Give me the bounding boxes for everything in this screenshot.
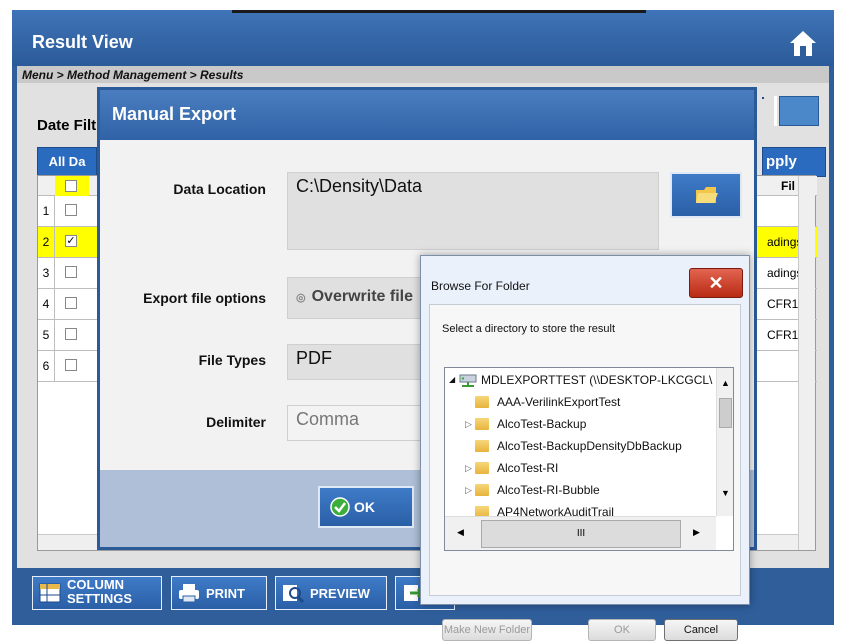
row-checkbox[interactable]: [65, 297, 77, 309]
data-location-label: Data Location: [173, 181, 266, 197]
file-types-label: File Types: [198, 352, 266, 368]
scroll-thumb[interactable]: III: [481, 520, 681, 548]
expand-arrow-icon[interactable]: ▷: [465, 463, 472, 474]
browse-ok-button[interactable]: OK: [588, 619, 656, 641]
close-icon: ✕: [708, 273, 724, 293]
apply-button[interactable]: pply: [762, 147, 826, 177]
browse-description: Select a directory to store the result: [442, 323, 616, 335]
folder-icon: [475, 484, 489, 496]
table-icon: [39, 583, 61, 603]
row-checkbox[interactable]: [65, 204, 77, 216]
expand-arrow-icon[interactable]: ▷: [465, 419, 472, 430]
browse-folder-button[interactable]: [670, 172, 742, 218]
column-settings-button[interactable]: COLUMN SETTINGS: [32, 576, 162, 610]
radio-icon: ◎: [296, 292, 306, 304]
folder-tree[interactable]: ◢ MDLEXPORTTEST (\\DESKTOP-LKCGCL\ AAA-V…: [444, 367, 734, 551]
export-options-label: Export file options: [143, 290, 266, 306]
title-bar: Result View: [12, 10, 834, 66]
grid-vertical-scrollbar[interactable]: [798, 176, 815, 550]
expand-arrow-icon[interactable]: ▷: [465, 485, 472, 496]
scroll-up-icon[interactable]: ▲: [721, 378, 730, 388]
filter-color-box[interactable]: [779, 96, 819, 126]
scroll-left-icon[interactable]: ◀: [457, 527, 464, 538]
row-checkbox[interactable]: [65, 266, 77, 278]
print-button[interactable]: PRINT: [171, 576, 267, 610]
breadcrumb: Menu > Method Management > Results: [17, 66, 829, 83]
row-checkbox[interactable]: ✓: [65, 235, 77, 247]
folder-icon: [475, 418, 489, 430]
expanded-arrow-icon: ◢: [449, 375, 456, 384]
delimiter-label: Delimiter: [206, 414, 266, 430]
browse-cancel-button[interactable]: Cancel: [664, 619, 738, 641]
scroll-thumb[interactable]: [719, 398, 732, 428]
scroll-right-icon[interactable]: ▶: [693, 527, 700, 538]
network-drive-icon: [459, 374, 477, 387]
ok-button[interactable]: OK: [318, 486, 414, 528]
delimiter-select[interactable]: Comma: [287, 405, 437, 441]
data-location-field[interactable]: C:\Density\Data: [287, 172, 659, 250]
row-checkbox[interactable]: [65, 328, 77, 340]
browse-for-folder-dialog: Browse For Folder ✕ Select a directory t…: [420, 255, 750, 641]
folder-icon: [475, 440, 489, 452]
folder-icon: [475, 462, 489, 474]
select-all-checkbox[interactable]: [65, 180, 77, 192]
tree-vertical-scrollbar[interactable]: ▲ ▼: [716, 368, 733, 516]
all-dates-button[interactable]: All Da: [37, 147, 97, 177]
check-circle-icon: [330, 497, 350, 517]
make-new-folder-button[interactable]: Make New Folder: [442, 619, 532, 641]
date-filter-label: Date Filt: [37, 117, 97, 134]
row-checkbox[interactable]: [65, 359, 77, 371]
printer-icon: [179, 584, 199, 603]
scroll-down-icon[interactable]: ▼: [721, 488, 730, 498]
browse-dialog-content: Select a directory to store the result ◢…: [429, 304, 741, 641]
window-title: Result View: [32, 32, 133, 52]
browse-dialog-title: Browse For Folder: [431, 279, 530, 293]
file-types-select[interactable]: PDF: [287, 344, 437, 380]
unused: [762, 97, 764, 99]
magnifier-icon: [283, 585, 304, 603]
folder-icon: [475, 396, 489, 408]
preview-button[interactable]: PREVIEW: [275, 576, 387, 610]
file-column-header: Fil: [781, 179, 795, 193]
top-divider: [232, 10, 646, 13]
overwrite-file-option[interactable]: ◎ Overwrite file: [287, 277, 437, 319]
folder-icon: [696, 187, 718, 203]
close-button[interactable]: ✕: [689, 268, 743, 298]
dialog-title: Manual Export: [100, 90, 754, 140]
tree-horizontal-scrollbar[interactable]: ◀ III ▶: [445, 516, 716, 550]
home-icon[interactable]: [788, 28, 818, 58]
